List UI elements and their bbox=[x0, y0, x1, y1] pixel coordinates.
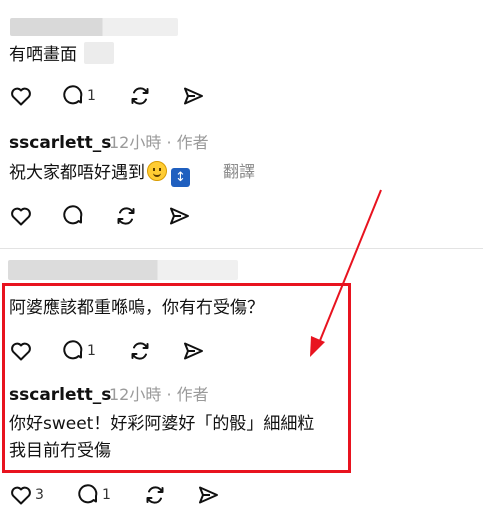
blurred-username bbox=[8, 260, 238, 280]
blurred-text bbox=[84, 42, 114, 64]
repost-icon bbox=[131, 87, 149, 105]
comment-count: 1 bbox=[102, 487, 111, 503]
comment-icon bbox=[78, 484, 98, 504]
heart-icon bbox=[11, 207, 31, 226]
comment-button[interactable]: 1 bbox=[61, 84, 96, 108]
author-label: 作者 bbox=[176, 133, 209, 152]
annotation-highlight-box bbox=[2, 283, 351, 473]
up-down-arrow-icon: ↕ bbox=[171, 168, 190, 187]
like-button[interactable] bbox=[9, 84, 33, 108]
repost-button[interactable] bbox=[143, 483, 167, 507]
smiling-face-icon bbox=[147, 161, 167, 181]
translate-link[interactable]: 翻譯 bbox=[223, 161, 255, 183]
post-text: 有哂畫面 bbox=[9, 45, 77, 65]
post-meta: 12小時 · 作者 bbox=[109, 132, 209, 154]
like-count: 3 bbox=[35, 487, 44, 503]
send-icon bbox=[170, 207, 189, 225]
send-icon bbox=[184, 87, 203, 105]
repost-button[interactable] bbox=[114, 204, 138, 228]
post-text-row: 祝大家都唔好遇到 ↕ bbox=[9, 161, 190, 187]
thread-divider bbox=[0, 248, 483, 249]
comment-button[interactable] bbox=[61, 204, 85, 228]
share-button[interactable] bbox=[167, 204, 191, 228]
heart-icon bbox=[11, 486, 31, 505]
like-button[interactable] bbox=[9, 204, 33, 228]
post-text: 祝大家都唔好遇到 bbox=[9, 163, 145, 183]
send-icon bbox=[199, 486, 218, 504]
comment-icon bbox=[63, 205, 83, 225]
comment-icon bbox=[63, 85, 83, 105]
share-button[interactable] bbox=[196, 483, 220, 507]
repost-icon bbox=[146, 486, 164, 504]
share-button[interactable] bbox=[181, 84, 205, 108]
heart-icon bbox=[11, 87, 31, 106]
repost-icon bbox=[117, 207, 135, 225]
like-button[interactable]: 3 bbox=[9, 483, 44, 507]
username[interactable]: sscarlett_s bbox=[9, 132, 111, 154]
comment-count: 1 bbox=[87, 88, 96, 104]
timestamp: 12小時 bbox=[109, 133, 162, 152]
separator: · bbox=[166, 133, 172, 152]
comment-button[interactable]: 1 bbox=[76, 483, 111, 507]
blurred-username bbox=[10, 18, 178, 36]
repost-button[interactable] bbox=[128, 84, 152, 108]
